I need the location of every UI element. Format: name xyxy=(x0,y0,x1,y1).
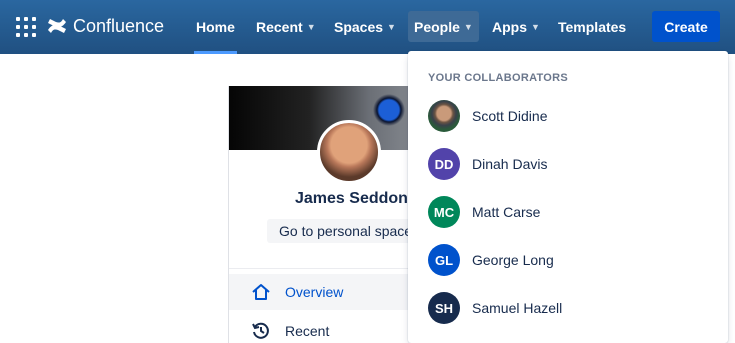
collaborator-avatar xyxy=(428,100,460,132)
collaborator-avatar: DD xyxy=(428,148,460,180)
nav-people[interactable]: People ▼ xyxy=(408,11,479,42)
chevron-down-icon: ▼ xyxy=(531,22,540,32)
profile-avatar[interactable] xyxy=(317,120,381,184)
collaborator-item[interactable]: SH Samuel Hazell xyxy=(428,288,718,328)
collaborator-name: Scott Didine xyxy=(472,108,548,124)
nav-templates[interactable]: Templates xyxy=(552,0,632,54)
profile-name: James Seddon xyxy=(295,190,408,207)
collaborator-name: Matt Carse xyxy=(472,204,541,220)
confluence-logo[interactable]: Confluence xyxy=(47,15,164,37)
collaborator-name: Dinah Davis xyxy=(472,156,548,172)
collaborator-name: George Long xyxy=(472,252,554,268)
nav-apps-label: Apps xyxy=(492,19,527,35)
collaborator-avatar: SH xyxy=(428,292,460,324)
history-icon xyxy=(251,321,271,341)
profile-nav-recent-label: Recent xyxy=(285,323,330,339)
collaborator-avatar: MC xyxy=(428,196,460,228)
profile-card: James Seddon Go to personal space Overvi… xyxy=(228,86,437,343)
collaborator-item[interactable]: MC Matt Carse xyxy=(428,192,718,232)
top-navigation-bar: Confluence Home Recent ▼ Spaces ▼ People… xyxy=(0,0,735,54)
create-button[interactable]: Create xyxy=(652,11,720,42)
chevron-down-icon: ▼ xyxy=(306,22,316,32)
profile-nav-recent[interactable]: Recent xyxy=(229,313,429,343)
collaborator-name: Samuel Hazell xyxy=(472,300,563,316)
nav-spaces-label: Spaces xyxy=(334,19,384,35)
confluence-logo-icon xyxy=(48,19,66,33)
chevron-down-icon: ▼ xyxy=(387,22,396,32)
collaborators-heading: YOUR COLLABORATORS xyxy=(428,72,569,84)
nav-apps[interactable]: Apps ▼ xyxy=(486,0,546,54)
collaborator-item[interactable]: Scott Didine xyxy=(428,96,718,136)
collaborator-item[interactable]: DD Dinah Davis xyxy=(428,144,718,184)
home-icon xyxy=(251,282,271,302)
people-dropdown-menu: YOUR COLLABORATORS Scott Didine DD Dinah… xyxy=(408,51,728,343)
profile-nav-overview[interactable]: Overview xyxy=(229,274,429,310)
divider xyxy=(229,268,429,269)
collaborator-item[interactable]: GL George Long xyxy=(428,240,718,280)
brand-name: Confluence xyxy=(73,15,165,36)
chevron-down-icon: ▼ xyxy=(463,21,473,32)
nav-recent-label: Recent xyxy=(256,19,303,35)
profile-nav-overview-label: Overview xyxy=(285,284,344,300)
nav-spaces[interactable]: Spaces ▼ xyxy=(328,0,402,54)
collaborator-avatar: GL xyxy=(428,244,460,276)
nav-home-label: Home xyxy=(196,19,235,35)
nav-recent[interactable]: Recent ▼ xyxy=(250,0,322,54)
app-switcher-icon[interactable] xyxy=(16,17,36,37)
nav-people-label: People xyxy=(414,18,460,35)
nav-templates-label: Templates xyxy=(558,19,627,35)
nav-home[interactable]: Home xyxy=(190,0,241,54)
